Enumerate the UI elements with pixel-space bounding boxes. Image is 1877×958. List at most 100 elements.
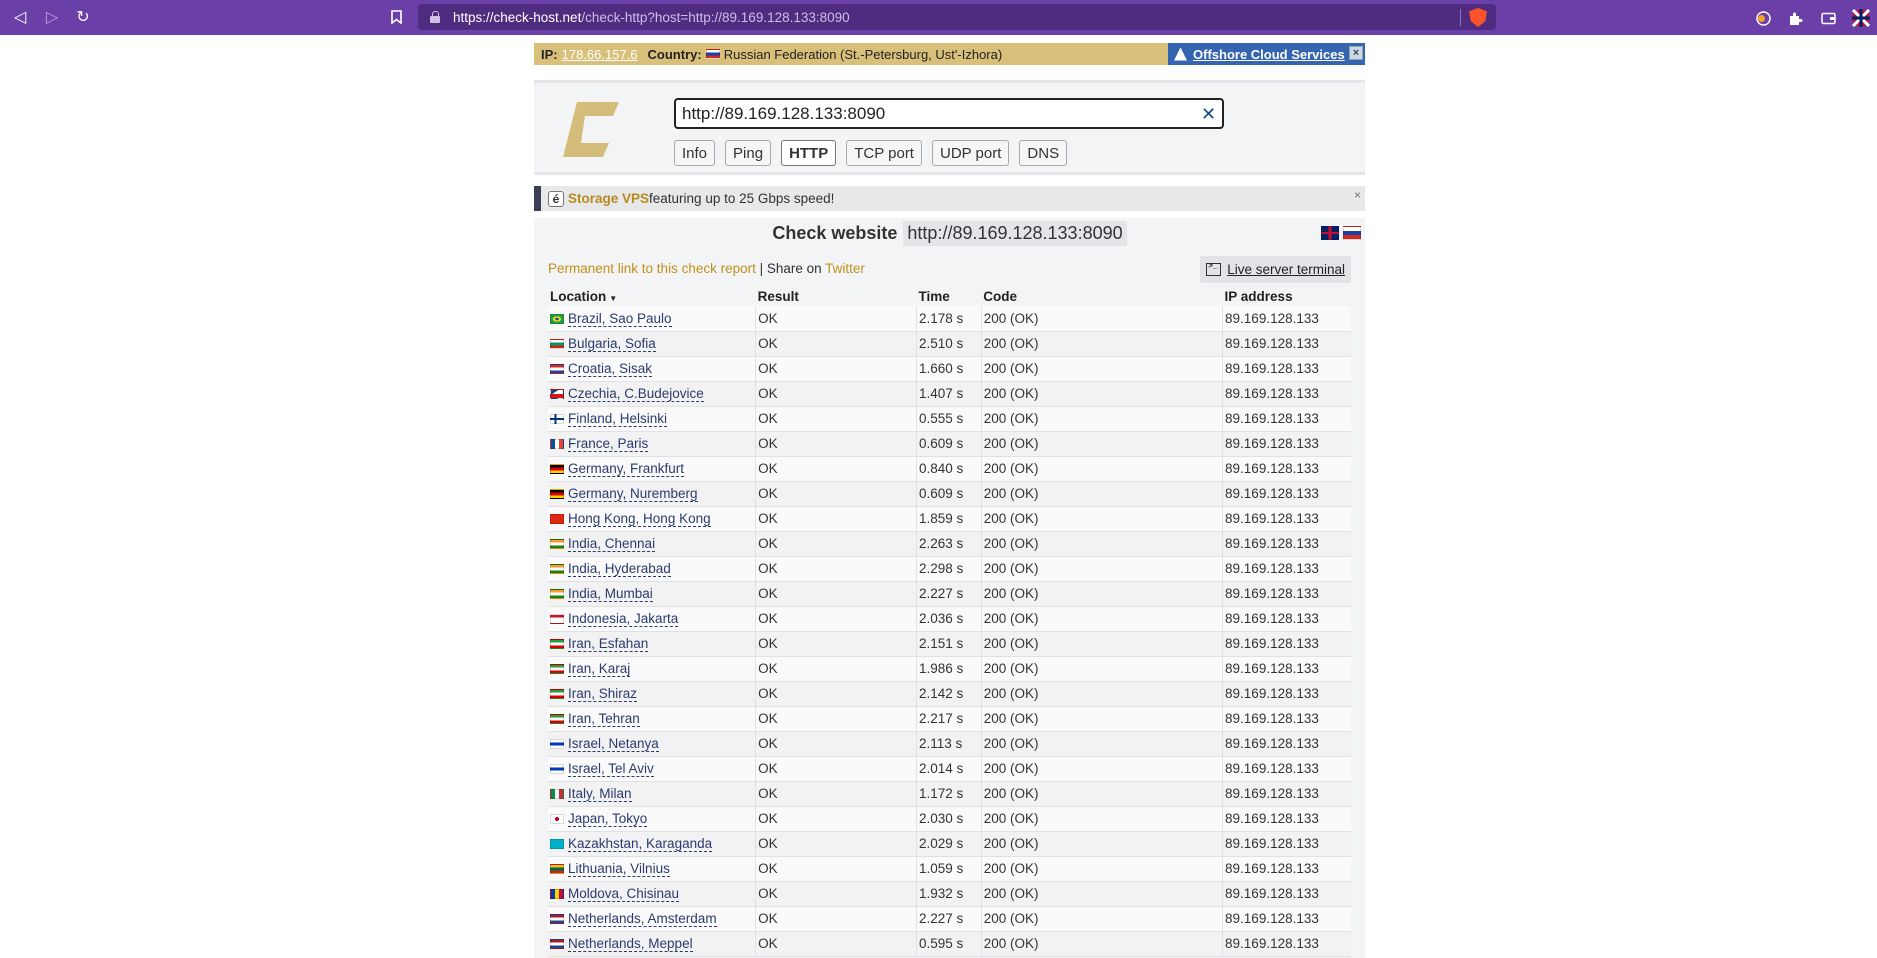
promo-highlight[interactable]: Storage VPS [568, 191, 649, 206]
e-badge-icon: é [548, 190, 564, 207]
extensions-icon[interactable] [1784, 7, 1806, 29]
location-link[interactable]: France, Paris [568, 436, 649, 452]
location-link[interactable]: Iran, Shiraz [568, 686, 638, 702]
tab-info[interactable]: Info [674, 140, 716, 166]
time-cell: 1.059 s [916, 856, 982, 882]
offshore-cloud-link[interactable]: Offshore Cloud Services × [1168, 43, 1365, 65]
table-row: Indonesia, Jakarta OK 2.036 s 200 (OK) 89.16… [548, 606, 1351, 632]
search-panel: ✕ Info Ping HTTP TCP port UDP port DNS [534, 80, 1365, 175]
close-icon[interactable]: × [1354, 188, 1361, 202]
ip-cell: 89.169.128.133 [1222, 506, 1351, 532]
russia-flag-icon [705, 49, 720, 59]
ip-cell: 89.169.128.133 [1222, 856, 1351, 882]
time-cell: 2.151 s [916, 631, 982, 657]
tab-tcp-port[interactable]: TCP port [846, 140, 922, 166]
location-link[interactable]: Germany, Frankfurt [568, 461, 685, 477]
location-cell: Moldova, Chisinau [548, 881, 757, 907]
clear-icon[interactable]: ✕ [1201, 104, 1216, 125]
forward-icon[interactable]: ▷ [39, 4, 65, 30]
location-link[interactable]: Germany, Nuremberg [568, 486, 698, 502]
ip-info-bar: IP: 178.66.157.6 Country: Russian Federa… [534, 43, 1365, 65]
result-cell: OK [755, 931, 917, 957]
code-cell: 200 (OK) [981, 356, 1224, 382]
close-icon[interactable]: × [1349, 46, 1363, 60]
address-divider [1460, 9, 1461, 26]
code-cell: 200 (OK) [981, 881, 1224, 907]
result-cell: OK [755, 706, 917, 732]
wallet-icon[interactable] [1817, 7, 1839, 29]
tab-http[interactable]: HTTP [781, 140, 837, 166]
time-cell: 0.840 s [916, 456, 982, 482]
location-link[interactable]: Israel, Netanya [568, 736, 659, 752]
location-link[interactable]: Czechia, C.Budejovice [568, 386, 704, 402]
bookmark-icon[interactable] [383, 4, 409, 30]
location-cell: Lithuania, Vilnius [548, 856, 757, 882]
promo-banner[interactable]: é Storage VPS featuring up to 25 Gbps sp… [534, 186, 1365, 211]
location-link[interactable]: Netherlands, Amsterdam [568, 911, 717, 927]
location-link[interactable]: Italy, Milan [568, 786, 632, 802]
tab-dns[interactable]: DNS [1019, 140, 1068, 166]
code-cell: 200 (OK) [981, 856, 1224, 882]
location-link[interactable]: India, Hyderabad [568, 561, 671, 577]
location-link[interactable]: Japan, Tokyo [568, 811, 648, 827]
result-header: Result [757, 288, 799, 304]
location-link[interactable]: Kazakhstan, Karaganda [568, 836, 713, 852]
location-link[interactable]: Hong Kong, Hong Kong [568, 511, 711, 527]
share-text: | Share on [755, 261, 826, 276]
rewards-icon[interactable] [1752, 7, 1774, 29]
location-link[interactable]: Israel, Tel Aviv [568, 761, 654, 777]
location-cell: Kazakhstan, Karaganda [548, 831, 757, 857]
time-cell: 2.178 s [916, 306, 982, 332]
location-link[interactable]: Croatia, Sisak [568, 361, 653, 377]
location-link[interactable]: Indonesia, Jakarta [568, 611, 679, 627]
back-icon[interactable]: ◁ [7, 4, 33, 30]
address-bar[interactable]: https://check-host.net/check-http?host=h… [418, 4, 1496, 30]
location-link[interactable]: Iran, Esfahan [568, 636, 649, 652]
russian-flag-icon[interactable] [1343, 226, 1361, 240]
country-flag-icon [550, 764, 564, 775]
location-header[interactable]: Location ▼ [548, 286, 756, 306]
location-link[interactable]: Netherlands, Meppel [568, 936, 693, 952]
result-cell: OK [755, 606, 917, 632]
location-link[interactable]: India, Chennai [568, 536, 656, 552]
location-cell: France, Paris [548, 431, 757, 457]
table-row: Kazakhstan, Karaganda OK 2.029 s 200 (OK) 89… [548, 831, 1351, 857]
live-terminal-button[interactable]: Live server terminal [1200, 256, 1351, 283]
profile-avatar-icon[interactable] [1850, 7, 1872, 29]
location-cell: Japan, Tokyo [548, 806, 757, 832]
location-link[interactable]: India, Mumbai [568, 586, 653, 602]
check-host-logo[interactable] [563, 102, 619, 157]
table-row: Italy, Milan OK 1.172 s 200 (OK) 89.169.128.… [548, 781, 1351, 807]
country-text: Russian Federation (St.-Petersburg, Ust'… [723, 46, 1003, 62]
country-flag-icon [550, 914, 564, 925]
location-link[interactable]: Iran, Karaj [568, 661, 631, 677]
location-link[interactable]: Bulgaria, Sofia [568, 336, 656, 352]
english-flag-icon[interactable] [1321, 226, 1339, 240]
location-link[interactable]: Moldova, Chisinau [568, 886, 680, 902]
location-link[interactable]: Lithuania, Vilnius [568, 861, 670, 877]
ip-cell: 89.169.128.133 [1222, 356, 1351, 382]
location-link[interactable]: Iran, Tehran [568, 711, 640, 727]
result-cell: OK [755, 756, 917, 782]
table-row: Iran, Tehran OK 2.217 s 200 (OK) 89.169.128.… [548, 706, 1351, 732]
tab-udp-port[interactable]: UDP port [931, 140, 1010, 166]
time-cell: 2.029 s [916, 831, 982, 857]
ip-cell: 89.169.128.133 [1222, 331, 1351, 357]
twitter-link[interactable]: Twitter [825, 261, 865, 276]
ip-value-link[interactable]: 178.66.157.6 [562, 47, 638, 62]
tab-ping[interactable]: Ping [725, 140, 772, 166]
ip-cell: 89.169.128.133 [1222, 806, 1351, 832]
location-link[interactable]: Brazil, Sao Paulo [568, 310, 672, 327]
reload-icon[interactable]: ↻ [70, 4, 96, 30]
country-flag-icon [550, 314, 564, 325]
table-row: India, Chennai OK 2.263 s 200 (OK) 89.169.12… [548, 531, 1351, 557]
check-type-tabs: Info Ping HTTP TCP port UDP port DNS [674, 140, 1068, 166]
result-cell: OK [755, 406, 917, 432]
ip-cell: 89.169.128.133 [1222, 681, 1351, 707]
location-cell: India, Chennai [548, 531, 757, 557]
code-cell: 200 (OK) [981, 531, 1224, 557]
result-cell: OK [755, 506, 917, 532]
host-input[interactable] [674, 98, 1224, 129]
permanent-link[interactable]: Permanent link to this check report [548, 261, 756, 276]
location-link[interactable]: Finland, Helsinki [568, 411, 668, 427]
